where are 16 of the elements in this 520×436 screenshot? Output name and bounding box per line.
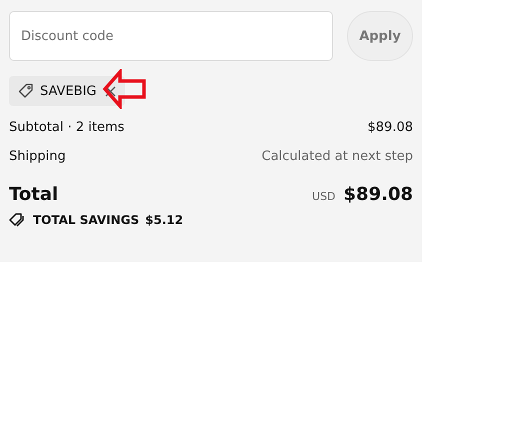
- summary-value: Calculated at next step: [262, 149, 413, 164]
- apply-button[interactable]: Apply: [347, 11, 413, 61]
- total-label: Total: [9, 184, 58, 205]
- summary-label: Shipping: [9, 149, 66, 164]
- discount-code-field[interactable]: Discount code: [9, 11, 333, 61]
- tag-icon: [18, 83, 34, 99]
- currency-label: USD: [312, 190, 336, 203]
- summary-label: Subtotal · 2 items: [9, 120, 124, 135]
- discount-code: SAVEBIG: [40, 84, 96, 98]
- savings-amount: $5.12: [145, 213, 184, 227]
- arrow-annotation: [102, 69, 148, 109]
- remove-icon[interactable]: [104, 86, 116, 96]
- savings-label: TOTAL SAVINGS: [33, 213, 140, 227]
- summary-value: $89.08: [368, 120, 413, 135]
- total-amount: $89.08: [344, 184, 413, 205]
- tags-icon: [9, 213, 27, 227]
